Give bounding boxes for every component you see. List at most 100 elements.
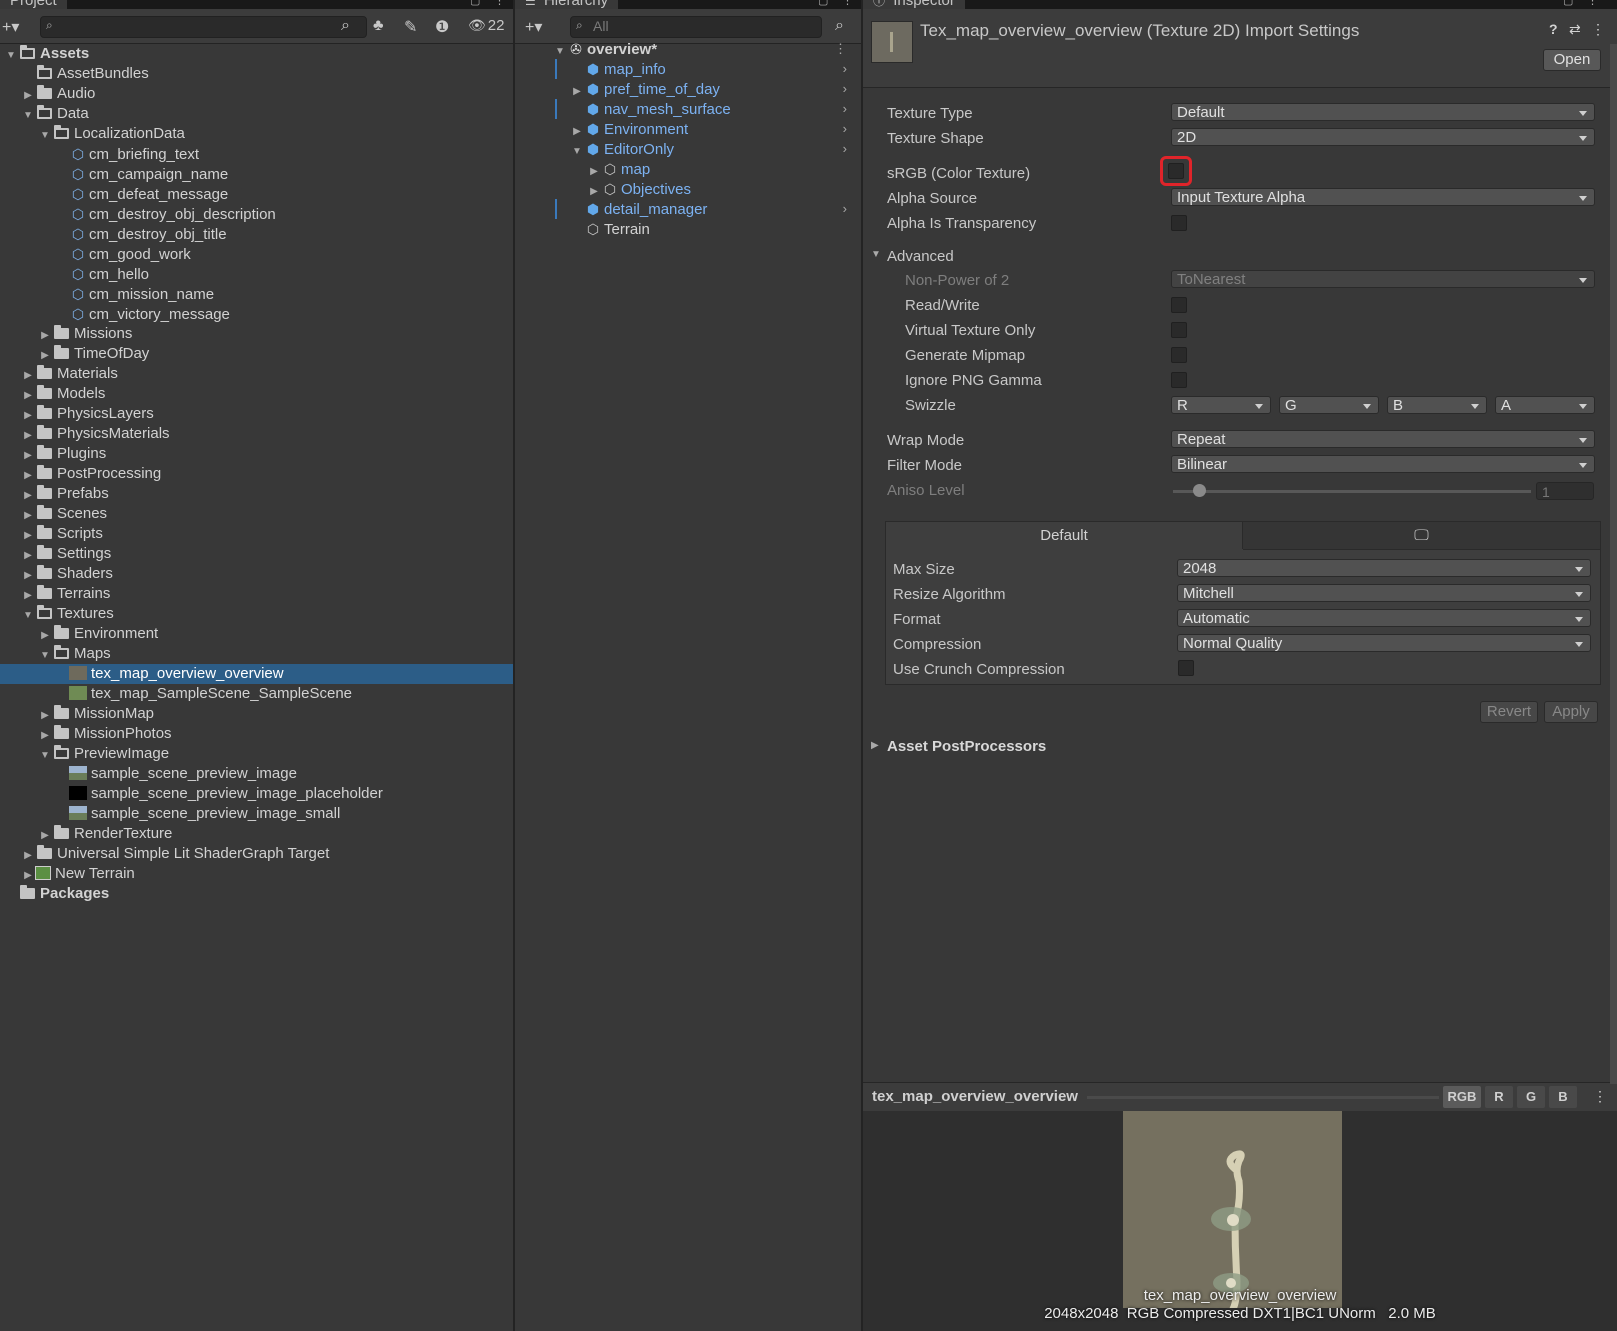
swizzle-b-dropdown[interactable]: B [1387,396,1487,414]
hierarchy-row[interactable]: ⬢ detail_manager › [515,199,861,219]
channel-r-button[interactable]: R [1485,1086,1513,1108]
virtual-texture-checkbox[interactable] [1171,322,1187,338]
expand-arrow-icon[interactable]: ▶ [21,386,35,406]
expand-arrow-icon[interactable]: ▶ [21,366,35,386]
alpha-source-dropdown[interactable]: Input Texture Alpha [1171,188,1595,206]
project-row[interactable]: ▶ Universal Simple Lit ShaderGraph Target [0,844,513,864]
format-dropdown[interactable]: Automatic [1177,609,1591,627]
png-gamma-checkbox[interactable] [1171,372,1187,388]
expand-arrow-icon[interactable]: ▶ [38,346,52,366]
swizzle-r-dropdown[interactable]: R [1171,396,1271,414]
chevron-right-icon[interactable]: › [843,59,847,79]
wrap-mode-dropdown[interactable]: Repeat [1171,430,1595,448]
project-row[interactable]: tex_map_overview_overview [0,664,513,684]
maximize-icon[interactable]: ▢ [470,0,480,7]
inspector-tab[interactable]: ⓘ Inspector [863,0,965,9]
expand-arrow-icon[interactable]: ▼ [38,646,52,666]
project-row[interactable]: ▶ MissionMap [0,704,513,724]
project-row[interactable]: ▶ Settings [0,544,513,564]
project-row[interactable]: ▶ Models [0,384,513,404]
channel-rgb-button[interactable]: RGB [1443,1086,1481,1108]
project-row[interactable]: ▶ PhysicsLayers [0,404,513,424]
project-row[interactable]: ▶ Terrains [0,584,513,604]
kebab-menu-icon[interactable]: ⋮ [1593,1088,1607,1105]
swizzle-g-dropdown[interactable]: G [1279,396,1379,414]
filter-mode-dropdown[interactable]: Bilinear [1171,455,1595,473]
project-row[interactable]: sample_scene_preview_image_small [0,804,513,824]
chevron-right-icon[interactable]: › [843,199,847,219]
compression-dropdown[interactable]: Normal Quality [1177,634,1591,652]
expand-arrow-icon[interactable]: ▶ [21,846,35,866]
alpha-transparency-checkbox[interactable] [1171,215,1187,231]
expand-arrow-icon[interactable]: ▶ [38,326,52,346]
expand-arrow-icon[interactable]: ▶ [21,586,35,606]
expand-arrow-icon[interactable]: ▼ [38,746,52,766]
project-tab[interactable]: Project [0,0,67,9]
expand-arrow-icon[interactable]: ▶ [21,86,35,106]
project-search-input[interactable]: ⌕ [40,16,367,38]
filter-by-label-icon[interactable]: ♣ [373,17,384,35]
project-row[interactable]: ▼ Data [0,104,513,124]
search-by-type-icon[interactable]: ⌕ [341,17,350,35]
aniso-slider-track[interactable] [1173,490,1531,493]
texture-shape-dropdown[interactable]: 2D [1171,128,1595,146]
expand-arrow-icon[interactable]: ▶ [21,526,35,546]
project-row[interactable]: ⬡ cm_briefing_text [0,144,513,164]
project-row[interactable]: ▶ PhysicsMaterials [0,424,513,444]
open-button[interactable]: Open [1543,49,1601,71]
texture-type-dropdown[interactable]: Default [1171,103,1595,121]
channel-b-button[interactable]: B [1549,1086,1577,1108]
project-row[interactable]: ⬡ cm_victory_message [0,304,513,324]
kebab-menu-icon[interactable]: ⋮ [1591,21,1605,38]
project-row[interactable]: ▶ PostProcessing [0,464,513,484]
project-row[interactable]: ⬡ cm_destroy_obj_title [0,224,513,244]
project-row[interactable]: ▶ Plugins [0,444,513,464]
resize-algorithm-dropdown[interactable]: Mitchell [1177,584,1591,602]
project-row[interactable]: ▶ Prefabs [0,484,513,504]
expand-arrow-icon[interactable]: ▶ [21,546,35,566]
create-add-icon[interactable]: +▾ [525,17,542,37]
hierarchy-row[interactable]: ▶ ⬡ Objectives [515,179,861,199]
postprocessors-foldout-icon[interactable]: ▶ [871,740,879,751]
expand-arrow-icon[interactable]: ▶ [38,626,52,646]
hierarchy-row[interactable]: ▶ ⬢ pref_time_of_day › [515,79,861,99]
expand-arrow-icon[interactable]: ▼ [38,126,52,146]
platform-tab-default[interactable]: Default [886,522,1243,549]
expand-arrow-icon[interactable]: ▶ [38,826,52,846]
search-options-icon[interactable]: ⌕ [835,17,844,35]
expand-arrow-icon[interactable]: ▶ [21,566,35,586]
hierarchy-row[interactable]: ⬢ map_info › [515,59,861,79]
project-row[interactable]: ▶ Materials [0,364,513,384]
hidden-packages-icon[interactable]: 👁 22 [468,17,504,34]
chevron-right-icon[interactable]: › [843,139,847,159]
hierarchy-row[interactable]: ⬢ nav_mesh_surface › [515,99,861,119]
apply-button[interactable]: Apply [1544,701,1598,723]
project-row[interactable]: ⬡ cm_good_work [0,244,513,264]
expand-arrow-icon[interactable]: ▶ [38,706,52,726]
hierarchy-row[interactable]: ▼ ✇ overview* ⋮ [515,39,861,59]
maximize-icon[interactable]: ▢ [818,0,828,7]
hierarchy-row[interactable]: ▶ ⬡ map [515,159,861,179]
mipmap-checkbox[interactable] [1171,347,1187,363]
advanced-foldout-icon[interactable]: ▼ [871,249,881,260]
expand-arrow-icon[interactable]: ▼ [21,606,35,626]
expand-arrow-icon[interactable]: ▶ [21,506,35,526]
expand-arrow-icon[interactable]: ▶ [21,466,35,486]
revert-button[interactable]: Revert [1480,701,1538,723]
project-row[interactable]: ▶ TimeOfDay [0,344,513,364]
aniso-level-field[interactable]: 1 [1536,482,1594,500]
expand-arrow-icon[interactable]: ▶ [21,866,35,886]
read-write-checkbox[interactable] [1171,297,1187,313]
project-row[interactable]: ▼ Assets [0,44,513,64]
expand-arrow-icon[interactable]: ▶ [38,726,52,746]
swizzle-a-dropdown[interactable]: A [1495,396,1595,414]
advanced-foldout[interactable]: Advanced [887,248,954,265]
chevron-right-icon[interactable]: › [843,119,847,139]
expand-arrow-icon[interactable]: ▼ [4,46,18,66]
project-row[interactable]: ▶ MissionPhotos [0,724,513,744]
aniso-slider-handle[interactable] [1193,484,1206,497]
project-row[interactable]: ▶ RenderTexture [0,824,513,844]
kebab-menu-icon[interactable]: ⋮ [494,0,505,7]
maximize-icon[interactable]: ▢ [1563,0,1573,7]
project-row[interactable]: ⬡ cm_defeat_message [0,184,513,204]
